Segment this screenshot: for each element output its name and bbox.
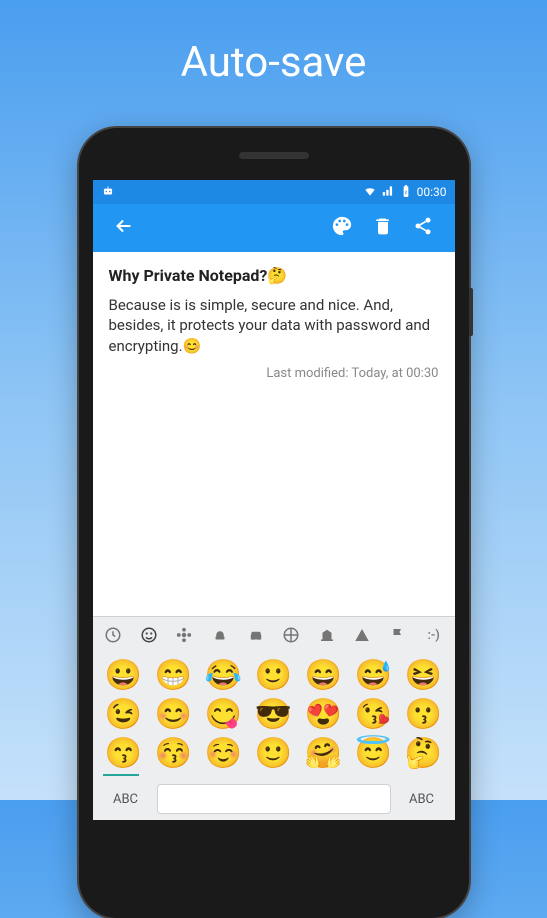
palette-button[interactable]	[321, 207, 363, 249]
emoji-key[interactable]: 🤗	[301, 737, 347, 770]
battery-icon	[399, 184, 413, 201]
app-bar	[93, 204, 455, 252]
emoji-tab-flags[interactable]	[381, 617, 415, 653]
note-editor[interactable]: Why Private Notepad?🤔 Because is is simp…	[93, 252, 455, 616]
emoji-key[interactable]: 🙂	[251, 737, 297, 770]
robot-icon	[101, 184, 115, 201]
wifi-icon	[363, 184, 377, 201]
note-modified-label: Last modified: Today, at 00:30	[109, 366, 439, 381]
emoji-key[interactable]: 😗	[401, 698, 447, 731]
emoji-tab-face[interactable]	[132, 617, 166, 653]
emoji-key[interactable]: 😅	[351, 659, 397, 692]
emoji-tab-indicator	[103, 774, 139, 776]
abc-key-left[interactable]: ABC	[101, 792, 151, 807]
emoji-tab-nature[interactable]	[168, 617, 202, 653]
emoji-tab-activity[interactable]	[274, 617, 308, 653]
emoji-key[interactable]: 😁	[151, 659, 197, 692]
emoji-key[interactable]: 😄	[301, 659, 347, 692]
emoji-key[interactable]: 😋	[201, 698, 247, 731]
emoji-tab-recent[interactable]	[97, 617, 131, 653]
note-title[interactable]: Why Private Notepad?🤔	[109, 266, 439, 285]
emoji-key[interactable]: 😍	[301, 698, 347, 731]
emoji-key[interactable]: 😆	[401, 659, 447, 692]
emoji-key[interactable]: 😇	[351, 737, 397, 770]
status-time: 00:30	[417, 185, 447, 199]
emoji-keyboard: :-) 😀 😁 😂 🙂 😄 😅 😆 😉 😊 😋 😎 😍 😘 😗 😙 😚	[93, 616, 455, 820]
emoji-key[interactable]: 🙂	[251, 659, 297, 692]
emoji-key[interactable]: 😊	[151, 698, 197, 731]
emoji-tab-travel[interactable]	[239, 617, 273, 653]
emoji-key[interactable]: 😀	[101, 659, 147, 692]
emoji-key[interactable]: 😚	[151, 737, 197, 770]
phone-screen: 00:30 Why Private Notepad?🤔 Because is i…	[93, 180, 455, 820]
note-body[interactable]: Because is is simple, secure and nice. A…	[109, 295, 439, 356]
emoji-key[interactable]: 😉	[101, 698, 147, 731]
phone-power-button	[469, 288, 473, 336]
emoji-tab-objects[interactable]	[310, 617, 344, 653]
status-bar: 00:30	[93, 180, 455, 204]
emoji-tab-symbols[interactable]	[346, 617, 380, 653]
emoji-tab-emoticons[interactable]: :-)	[417, 617, 451, 653]
emoji-key[interactable]: 😂	[201, 659, 247, 692]
emoji-key[interactable]: 😘	[351, 698, 397, 731]
abc-key-right[interactable]: ABC	[397, 792, 447, 807]
emoji-key[interactable]: 😙	[101, 737, 147, 770]
emoji-category-tabs: :-)	[93, 617, 455, 653]
emoji-grid: 😀 😁 😂 🙂 😄 😅 😆 😉 😊 😋 😎 😍 😘 😗 😙 😚 ☺️ 🙂 🤗	[93, 653, 455, 774]
spacebar-key[interactable]	[157, 784, 391, 814]
phone-speaker	[239, 152, 309, 159]
emoji-key[interactable]: ☺️	[201, 737, 247, 770]
delete-button[interactable]	[363, 208, 403, 248]
keyboard-bottom-row: ABC ABC	[93, 778, 455, 820]
hero-title: Auto-save	[0, 0, 547, 87]
share-button[interactable]	[403, 208, 443, 248]
emoji-key[interactable]: 🤔	[401, 737, 447, 770]
back-button[interactable]	[105, 207, 143, 249]
emoji-tab-food[interactable]	[203, 617, 237, 653]
emoji-key[interactable]: 😎	[251, 698, 297, 731]
signal-icon	[381, 184, 395, 201]
